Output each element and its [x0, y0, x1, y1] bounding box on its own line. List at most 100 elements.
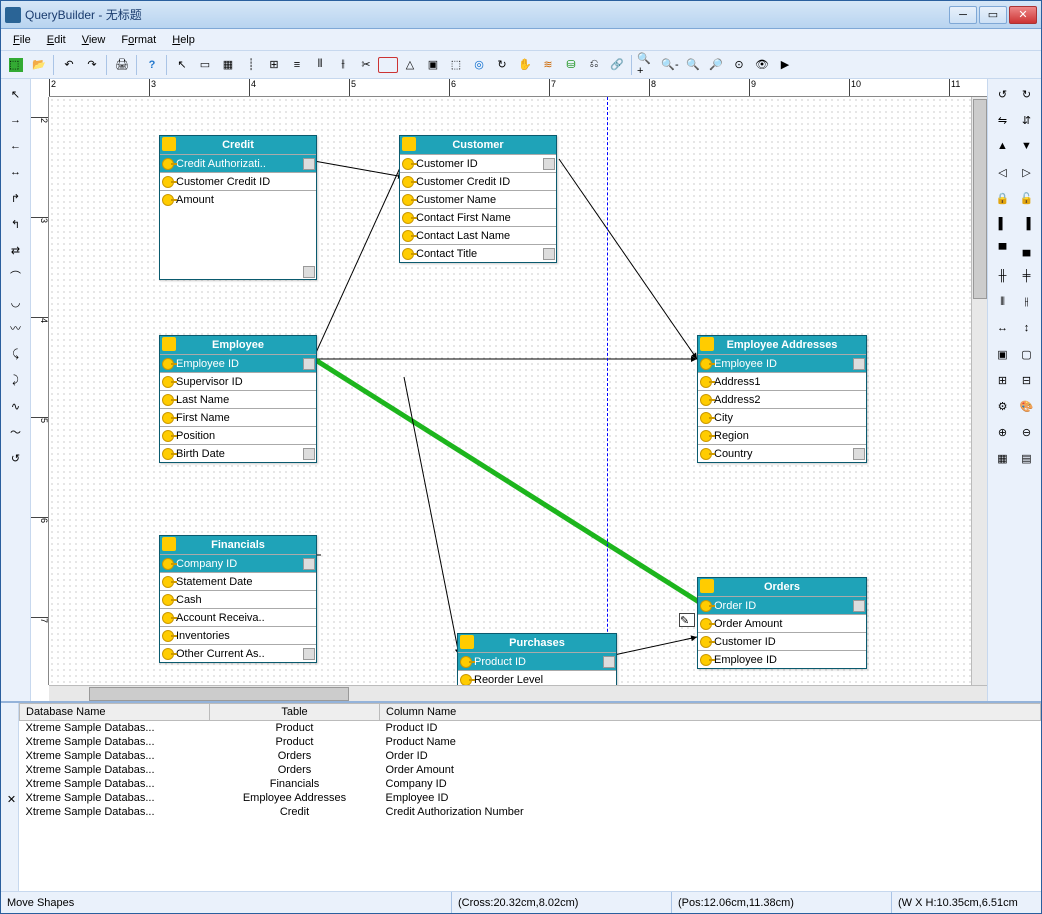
table-row[interactable]: Xtreme Sample Databas...FinancialsCompan… [20, 777, 1041, 791]
arrow-left-icon[interactable]: ← [5, 135, 27, 157]
menu-view[interactable]: View [76, 32, 112, 48]
col-column[interactable]: Column Name [380, 704, 1041, 721]
scrollbar-horizontal[interactable] [49, 685, 987, 701]
open-icon[interactable]: 📂 [28, 54, 50, 76]
table-row[interactable]: Xtreme Sample Databas...ProductProduct I… [20, 721, 1041, 736]
bottom-panel-side[interactable]: ✕ ◂ Toolbox Window [1, 703, 19, 891]
pointer-icon[interactable]: ↖ [5, 83, 27, 105]
arc3-icon[interactable]: 〰 [5, 317, 27, 339]
shape-rect-icon[interactable] [378, 57, 398, 73]
zoom-in-icon[interactable]: 🔍+ [636, 54, 658, 76]
flip-h-icon[interactable]: ⇋ [992, 109, 1014, 131]
more2-icon[interactable]: ▤ [1016, 447, 1038, 469]
rot-left-icon[interactable]: ↺ [992, 83, 1014, 105]
field-credit-2[interactable]: Amount [176, 194, 314, 206]
dist-v-icon[interactable]: ⫲ [1016, 291, 1038, 313]
target-icon[interactable]: ◎ [468, 54, 490, 76]
new-icon[interactable]: ⬚ [5, 54, 27, 76]
undo-icon[interactable]: ↶ [58, 54, 80, 76]
double-arrow-icon[interactable]: ↔ [5, 161, 27, 183]
print-icon[interactable]: 🖨 [111, 54, 133, 76]
cursor-icon[interactable]: ↖ [171, 54, 193, 76]
preview-icon[interactable]: 👁 [751, 54, 773, 76]
crop-icon[interactable]: ✂ [355, 54, 377, 76]
select-icon[interactable]: ▭ [194, 54, 216, 76]
group-icon[interactable]: ▣ [422, 54, 444, 76]
ungroup-icon[interactable]: ⊟ [1016, 369, 1038, 391]
collapse-icon[interactable]: ⊖ [1016, 421, 1038, 443]
zoom-sel-icon[interactable]: ⊙ [728, 54, 750, 76]
align-r-icon[interactable]: ▐ [1016, 213, 1038, 235]
minimize-button[interactable]: ─ [949, 6, 977, 24]
mirror-h-icon[interactable]: ▲ [992, 135, 1014, 157]
table-row[interactable]: Xtreme Sample Databas...ProductProduct N… [20, 735, 1041, 749]
redo-icon[interactable]: ↷ [81, 54, 103, 76]
pin-panel-icon[interactable]: ◂ [0, 793, 3, 806]
flip-v-icon[interactable]: ⇵ [1016, 109, 1038, 131]
unlock-icon[interactable]: 🔓 [1016, 187, 1038, 209]
bottom-table[interactable]: Database Name Table Column Name Xtreme S… [19, 703, 1041, 891]
pan-icon[interactable]: ✋ [514, 54, 536, 76]
style-icon[interactable]: 🎨 [1016, 395, 1038, 417]
curve-r-icon[interactable]: ⤸ [5, 369, 27, 391]
curve-s-icon[interactable]: ∿ [5, 395, 27, 417]
spline-icon[interactable]: ～ [5, 421, 27, 443]
field-credit-0[interactable]: Credit Authorizati.. [176, 158, 314, 170]
close-button[interactable]: ✕ [1009, 6, 1037, 24]
guide-vertical[interactable] [607, 97, 608, 685]
bounds-icon[interactable]: ⬚ [445, 54, 467, 76]
center-v-icon[interactable]: ╪ [1016, 265, 1038, 287]
snap-icon[interactable]: ⊞ [263, 54, 285, 76]
table-financials[interactable]: Financials Company ID Statement Date Cas… [159, 535, 317, 663]
canvas[interactable]: Credit Credit Authorizati.. Customer Cre… [49, 97, 971, 685]
table-row[interactable]: Xtreme Sample Databas...Employee Address… [20, 791, 1041, 805]
table-row[interactable]: Xtreme Sample Databas...OrdersOrder ID [20, 749, 1041, 763]
group2-icon[interactable]: ⊞ [992, 369, 1014, 391]
menu-edit[interactable]: Edit [41, 32, 72, 48]
flip-tri2-icon[interactable]: ▷ [1016, 161, 1038, 183]
guides-icon[interactable]: ┊ [240, 54, 262, 76]
col-db[interactable]: Database Name [20, 704, 210, 721]
zoom-out-icon[interactable]: 🔍- [659, 54, 681, 76]
link-icon[interactable]: 🔗 [606, 54, 628, 76]
table-employee[interactable]: Employee Employee ID Supervisor ID Last … [159, 335, 317, 463]
table-credit[interactable]: Credit Credit Authorizati.. Customer Cre… [159, 135, 317, 280]
flip-tri-icon[interactable]: ◁ [992, 161, 1014, 183]
arc-icon[interactable]: ⌒ [5, 265, 27, 287]
zoom-100-icon[interactable]: 🔎 [705, 54, 727, 76]
table-orders[interactable]: Orders Order ID Order Amount Customer ID… [697, 577, 867, 669]
same-h-icon[interactable]: ↕ [1016, 317, 1038, 339]
rot-right-icon[interactable]: ↻ [1016, 83, 1038, 105]
table-employee-addresses[interactable]: Employee Addresses Employee ID Address1 … [697, 335, 867, 463]
line-bi-icon[interactable]: ⇄ [5, 239, 27, 261]
more1-icon[interactable]: ▦ [992, 447, 1014, 469]
table-credit-header[interactable]: Credit [160, 136, 316, 154]
connect-icon[interactable]: ⎌ [583, 54, 605, 76]
distribute-h-icon[interactable]: ⫴ [309, 54, 331, 76]
scrollbar-vertical[interactable] [971, 97, 987, 685]
curve-l-icon[interactable]: ⤹ [5, 343, 27, 365]
field-credit-1[interactable]: Customer Credit ID [176, 176, 314, 188]
table-customer[interactable]: Customer Customer ID Customer Credit ID … [399, 135, 557, 263]
line-in-icon[interactable]: ↰ [5, 213, 27, 235]
lock-icon[interactable]: 🔒 [992, 187, 1014, 209]
distribute-v-icon[interactable]: ⫲ [332, 54, 354, 76]
align-icon[interactable]: ≡ [286, 54, 308, 76]
maximize-button[interactable]: ▭ [979, 6, 1007, 24]
zoom-fit-icon[interactable]: 🔍 [682, 54, 704, 76]
help-icon[interactable]: ? [141, 54, 163, 76]
bring-front-icon[interactable]: ▣ [992, 343, 1014, 365]
prop-icon[interactable]: ⚙ [992, 395, 1014, 417]
refresh-icon[interactable]: ↻ [491, 54, 513, 76]
line-out-icon[interactable]: ↱ [5, 187, 27, 209]
arc2-icon[interactable]: ◡ [5, 291, 27, 313]
triangle-icon[interactable]: △ [399, 54, 421, 76]
table-row[interactable]: Xtreme Sample Databas...OrdersOrder Amou… [20, 763, 1041, 777]
col-table[interactable]: Table [210, 704, 380, 721]
dist-h-icon[interactable]: ⫴ [992, 291, 1014, 313]
run-icon[interactable]: ▶ [774, 54, 796, 76]
arrow-right-icon[interactable]: → [5, 109, 27, 131]
align-b-icon[interactable]: ▄ [1016, 239, 1038, 261]
grid-icon[interactable]: ▦ [217, 54, 239, 76]
menu-file[interactable]: File [7, 32, 37, 48]
